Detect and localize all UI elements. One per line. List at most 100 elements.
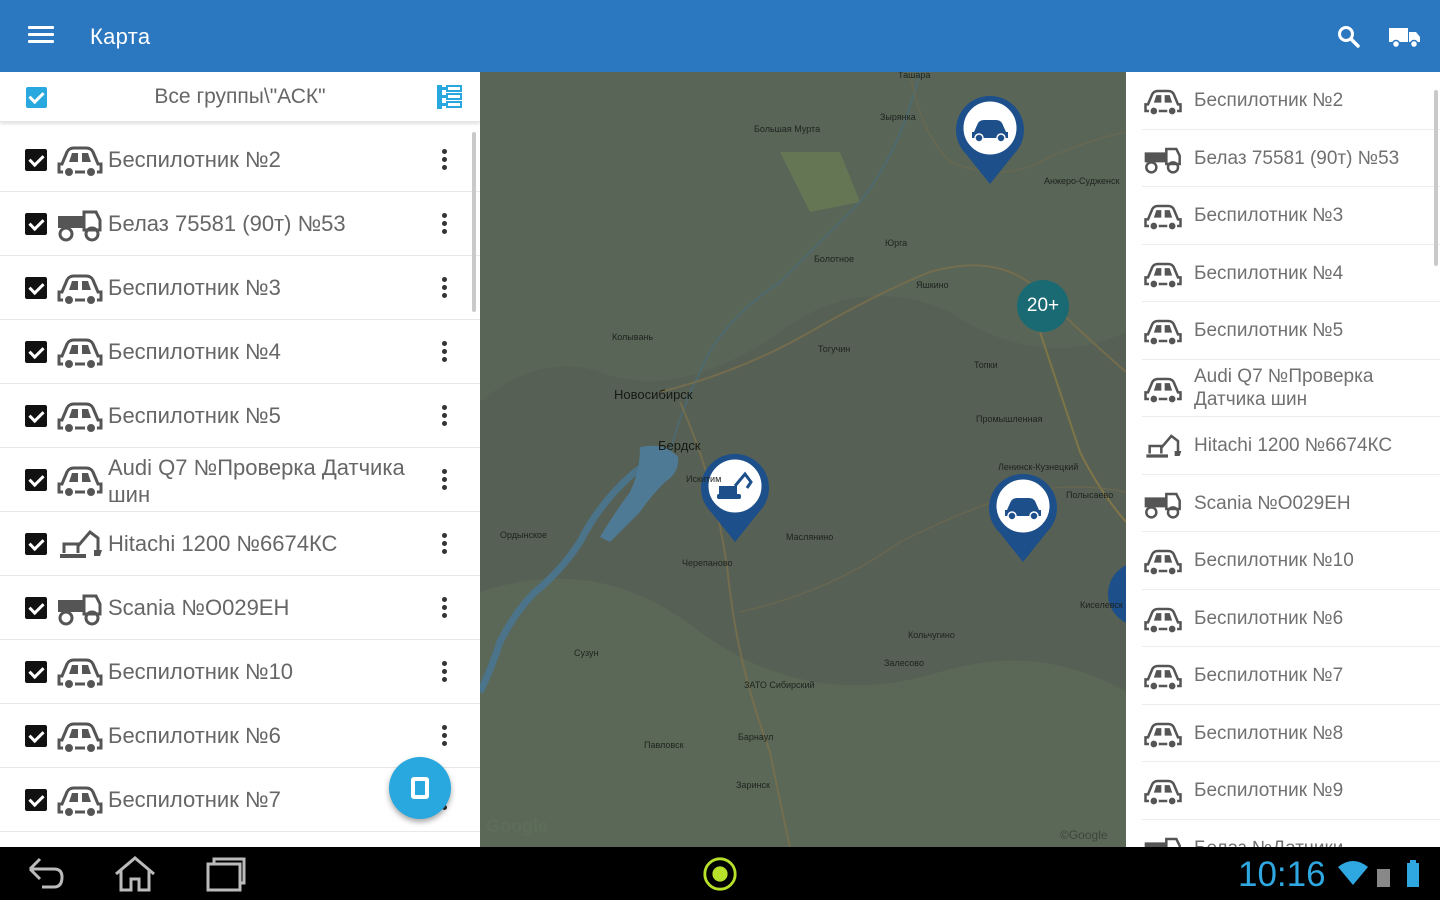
map-place-label: Искитим — [686, 474, 722, 484]
drawer-vehicle-row[interactable]: Беспилотник №2 — [1142, 72, 1440, 130]
drawer-vehicle-label: Беспилотник №7 — [1194, 665, 1344, 686]
map-cluster-marker[interactable]: 20+ — [1017, 280, 1069, 332]
more-options-icon[interactable] — [432, 594, 456, 624]
group-filter-title[interactable]: Все группы\"АСК" — [60, 85, 420, 109]
map-place-label: Яшкино — [916, 280, 949, 290]
map-place-label: Полысаево — [1066, 490, 1114, 500]
more-options-icon[interactable] — [432, 338, 456, 368]
vehicle-row[interactable]: Беспилотник №4 — [0, 320, 480, 384]
map-place-label: Ташара — [898, 72, 931, 80]
vehicle-checkbox[interactable] — [25, 149, 47, 171]
vehicle-checkbox[interactable] — [25, 789, 47, 811]
vehicle-row[interactable]: Беспилотник №2 — [0, 128, 480, 192]
map-place-label: ЗАТО Сибирский — [744, 680, 815, 690]
app-indicator-icon[interactable] — [700, 855, 740, 893]
vehicle-checkbox[interactable] — [25, 341, 47, 363]
vehicle-checkbox[interactable] — [25, 597, 47, 619]
recent-apps-icon[interactable] — [204, 855, 248, 893]
more-options-icon[interactable] — [432, 146, 456, 176]
vehicle-checkbox[interactable] — [25, 405, 47, 427]
drawer-vehicle-row[interactable]: Hitachi 1200 №6674КС — [1142, 417, 1440, 475]
drawer-vehicle-row[interactable]: Беспилотник №5 — [1142, 302, 1440, 360]
drawer-vehicle-row[interactable]: Беспилотник №6 — [1142, 590, 1440, 647]
car-icon — [1142, 661, 1184, 691]
vehicle-row[interactable]: Белаз 75581 (90т) №53 — [0, 192, 480, 256]
drawer-vehicle-row[interactable]: Беспилотник №4 — [1142, 245, 1440, 302]
scrollbar[interactable] — [472, 132, 476, 312]
dumptruck-icon — [56, 206, 104, 242]
map-city-label: Новосибирск — [614, 387, 693, 402]
car-icon — [56, 334, 104, 370]
drawer-vehicle-row[interactable]: Audi Q7 №Проверка Датчика шин — [1142, 360, 1440, 417]
drawer-vehicle-row[interactable]: Беспилотник №10 — [1142, 532, 1440, 590]
vehicle-row[interactable]: Hitachi 1200 №6674КС — [0, 512, 480, 576]
vehicle-checkbox[interactable] — [25, 533, 47, 555]
vehicle-checkbox[interactable] — [25, 277, 47, 299]
map-place-label: Кольчугино — [908, 630, 955, 640]
more-options-icon[interactable] — [432, 658, 456, 688]
car-icon — [1142, 374, 1184, 404]
map-place-label: Болотное — [814, 254, 854, 264]
drawer-vehicle-row[interactable]: Беспилотник №3 — [1142, 187, 1440, 245]
drawer-vehicle-row[interactable]: Беспилотник №9 — [1142, 762, 1440, 820]
more-options-icon[interactable] — [432, 722, 456, 752]
map-place-label: Черепаново — [682, 558, 733, 568]
vehicle-row[interactable]: Scania №О029ЕН — [0, 576, 480, 640]
map-place-label: Ордынское — [500, 530, 548, 540]
more-options-icon[interactable] — [432, 466, 456, 496]
vehicle-drawer: Беспилотник №2 Белаз 75581 (90т) №53 Беспи… — [1126, 72, 1440, 847]
drawer-vehicle-label: Беспилотник №4 — [1194, 262, 1344, 284]
vehicle-row[interactable]: Беспилотник №3 — [0, 256, 480, 320]
car-icon — [1142, 719, 1184, 749]
map-place-label: Зырянка — [880, 112, 916, 122]
truck-icon[interactable] — [1388, 24, 1422, 50]
map-place-label: Анжеро-Судженск — [1044, 176, 1120, 186]
vehicle-label: Audi Q7 №Проверка Датчика шин — [108, 455, 405, 507]
drawer-vehicle-label: Беспилотник №2 — [1194, 90, 1344, 111]
home-icon[interactable] — [112, 855, 158, 893]
vehicle-checkbox[interactable] — [25, 725, 47, 747]
more-options-icon[interactable] — [432, 402, 456, 432]
map-view[interactable]: Ташара Большая Мурта Зырянка Анжеро-Судж… — [480, 72, 1126, 847]
back-icon[interactable] — [24, 855, 68, 893]
map-place-label: Юрга — [885, 238, 908, 248]
drawer-vehicle-row[interactable]: Беспилотник №8 — [1142, 705, 1440, 762]
group-filter: Все группы\"АСК" — [0, 72, 480, 122]
drawer-vehicle-row[interactable]: Беспилотник №7 — [1142, 647, 1440, 705]
drawer-vehicle-label: Беспилотник №8 — [1194, 722, 1344, 744]
tree-view-icon[interactable] — [434, 82, 464, 112]
wifi-icon — [1338, 861, 1368, 885]
more-options-icon[interactable] — [432, 274, 456, 304]
more-options-icon[interactable] — [432, 530, 456, 560]
more-options-icon[interactable] — [432, 210, 456, 240]
car-icon — [56, 462, 104, 498]
map-place-label: Павловск — [644, 740, 684, 750]
search-icon[interactable] — [1336, 24, 1362, 50]
vehicle-row[interactable]: Беспилотник №10 — [0, 640, 480, 704]
vehicle-row[interactable]: Беспилотник №5 — [0, 384, 480, 448]
drawer-scrollbar[interactable] — [1434, 90, 1438, 266]
drawer-vehicle-label: Hitachi 1200 №6674КС — [1194, 435, 1393, 456]
drawer-vehicle-label: Scania №О029ЕН — [1194, 492, 1351, 514]
vehicle-label: Беспилотник №7 — [108, 787, 281, 812]
group-checkbox[interactable] — [26, 87, 47, 108]
vehicle-checkbox[interactable] — [25, 469, 47, 491]
menu-icon[interactable] — [28, 26, 54, 46]
dumptruck-icon — [1142, 144, 1184, 174]
map-city-label: Бердск — [658, 438, 701, 453]
car-icon — [1142, 201, 1184, 231]
drawer-vehicle-row[interactable]: Scania №О029ЕН — [1142, 475, 1440, 532]
system-nav-bar: 10:16 — [0, 847, 1440, 900]
map-toggle-button[interactable] — [389, 757, 451, 819]
vehicle-checkbox[interactable] — [25, 661, 47, 683]
google-logo: Google — [486, 816, 548, 836]
drawer-vehicle-list: Беспилотник №2 Белаз 75581 (90т) №53 Беспи… — [1126, 72, 1440, 847]
car-icon — [1142, 546, 1184, 576]
car-icon — [56, 398, 104, 434]
car-icon — [1142, 604, 1184, 634]
page-title: Карта — [90, 24, 151, 49]
drawer-vehicle-row[interactable]: Белаз 75581 (90т) №53 — [1142, 130, 1440, 187]
vehicle-checkbox[interactable] — [25, 213, 47, 235]
vehicle-row[interactable]: Audi Q7 №Проверка Датчика шин — [0, 448, 480, 512]
drawer-vehicle-row[interactable]: Белаз №Датчики.. — [1142, 820, 1440, 847]
